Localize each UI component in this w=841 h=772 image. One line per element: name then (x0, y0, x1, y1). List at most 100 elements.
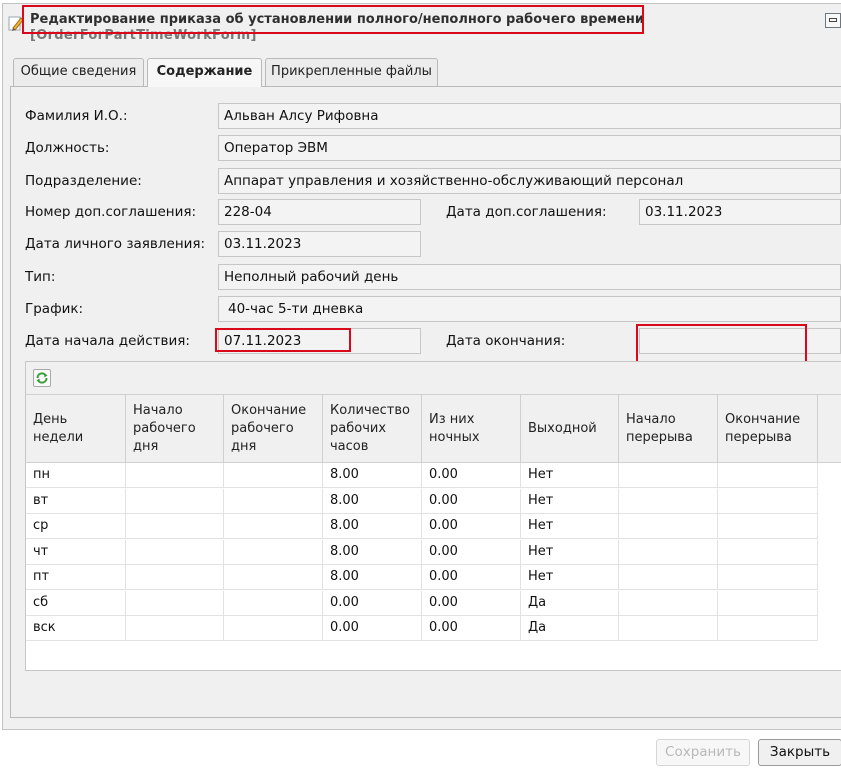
cell-work-end (224, 539, 323, 565)
cell-day: пн (26, 463, 126, 488)
end-date-label: Дата окончания: (446, 333, 566, 349)
table-row[interactable]: сб 0.00 0.00 Да (26, 590, 818, 616)
cell-work-start (126, 539, 224, 565)
cell-work-hours: 8.00 (323, 463, 422, 488)
cell-day-off: Да (521, 590, 619, 616)
cell-work-hours: 8.00 (323, 539, 422, 565)
cell-day-off: Нет (521, 565, 619, 590)
cell-day-off: Нет (521, 488, 619, 514)
cell-work-hours: 0.00 (323, 590, 422, 616)
fio-field[interactable]: Альван Алсу Рифовна (218, 103, 841, 129)
agreement-date-field[interactable]: 03.11.2023 (639, 199, 841, 225)
cell-work-end (224, 590, 323, 616)
cell-work-end (224, 488, 323, 514)
cell-break-start (619, 463, 718, 488)
type-field[interactable]: Неполный рабочий день (218, 264, 841, 290)
grid-header: День недели Начало рабочего дня Окончани… (26, 395, 841, 463)
cell-night-hours: 0.00 (422, 565, 521, 590)
column-header-night-hours[interactable]: Из них ночных (422, 395, 521, 462)
cell-day-off: Нет (521, 463, 619, 488)
table-row[interactable]: пт 8.00 0.00 Нет (26, 565, 818, 590)
column-header-break-start[interactable]: Начало перерыва (619, 395, 718, 462)
tab-attached-files[interactable]: Прикрепленные файлы (265, 58, 438, 86)
agreement-number-label: Номер доп.соглашения: (25, 204, 197, 220)
refresh-icon (36, 372, 48, 384)
cell-break-end (718, 488, 818, 514)
edit-pencil-icon (8, 16, 24, 31)
cell-day: вт (26, 488, 126, 514)
cell-break-start (619, 514, 718, 539)
cell-break-end (718, 463, 818, 488)
schedule-grid: День недели Начало рабочего дня Окончани… (25, 361, 841, 671)
agreement-date-label: Дата доп.соглашения: (446, 204, 607, 220)
cell-day-off: Да (521, 616, 619, 641)
column-header-day[interactable]: День недели (26, 395, 126, 462)
table-row[interactable]: ср 8.00 0.00 Нет (26, 514, 818, 539)
cell-night-hours: 0.00 (422, 616, 521, 641)
cell-break-start (619, 565, 718, 590)
table-row[interactable]: чт 8.00 0.00 Нет (26, 539, 818, 565)
cell-break-end (718, 590, 818, 616)
cell-work-start (126, 514, 224, 539)
cell-work-hours: 8.00 (323, 514, 422, 539)
cell-night-hours: 0.00 (422, 539, 521, 565)
table-row[interactable]: вт 8.00 0.00 Нет (26, 488, 818, 514)
close-button[interactable]: Закрыть (758, 739, 841, 766)
cell-break-end (718, 616, 818, 641)
position-field[interactable]: Оператор ЭВМ (218, 135, 841, 161)
application-date-label: Дата личного заявления: (25, 236, 206, 252)
cell-day: сб (26, 590, 126, 616)
refresh-button[interactable] (33, 369, 51, 387)
cell-work-start (126, 488, 224, 514)
cell-break-end (718, 514, 818, 539)
column-header-work-start[interactable]: Начало рабочего дня (126, 395, 224, 462)
cell-night-hours: 0.00 (422, 488, 521, 514)
agreement-number-field[interactable]: 228-04 (218, 199, 421, 225)
position-label: Должность: (25, 140, 110, 156)
cell-break-start (619, 590, 718, 616)
cell-break-start (619, 539, 718, 565)
cell-day: вск (26, 616, 126, 641)
cell-night-hours: 0.00 (422, 590, 521, 616)
start-date-label: Дата начала действия: (25, 333, 190, 349)
type-label: Тип: (25, 269, 56, 285)
cell-work-end (224, 616, 323, 641)
column-header-work-end[interactable]: Окончание рабочего дня (224, 395, 323, 462)
cell-work-start (126, 616, 224, 641)
minimize-window-button[interactable] (825, 13, 841, 28)
column-header-break-end[interactable]: Окончание перерыва (718, 395, 818, 462)
department-label: Подразделение: (25, 173, 142, 189)
tab-general-info[interactable]: Общие сведения (13, 58, 144, 86)
cell-work-hours: 0.00 (323, 616, 422, 641)
cell-break-end (718, 565, 818, 590)
cell-work-end (224, 514, 323, 539)
cell-break-start (619, 616, 718, 641)
end-date-field[interactable] (639, 328, 841, 354)
application-date-field[interactable]: 03.11.2023 (218, 231, 421, 257)
cell-night-hours: 0.00 (422, 463, 521, 488)
cell-day-off: Нет (521, 539, 619, 565)
table-row[interactable]: вск 0.00 0.00 Да (26, 616, 818, 641)
cell-break-end (718, 539, 818, 565)
table-row[interactable]: пн 8.00 0.00 Нет (26, 463, 818, 488)
cell-night-hours: 0.00 (422, 514, 521, 539)
cell-day: пт (26, 565, 126, 590)
tab-content[interactable]: Содержание (147, 58, 262, 87)
cell-work-start (126, 463, 224, 488)
cell-work-hours: 8.00 (323, 488, 422, 514)
grid-toolbar (26, 362, 841, 395)
schedule-field[interactable]: 40-час 5-ти дневка (218, 296, 841, 322)
cell-work-hours: 8.00 (323, 565, 422, 590)
cell-work-start (126, 590, 224, 616)
window-form-id: [OrderForPartTimeWorkForm] (30, 28, 257, 43)
cell-break-start (619, 488, 718, 514)
column-header-day-off[interactable]: Выходной (521, 395, 619, 462)
start-date-field[interactable]: 07.11.2023 (218, 328, 421, 354)
cell-work-end (224, 565, 323, 590)
department-field[interactable]: Аппарат управления и хозяйственно-обслуж… (218, 168, 841, 194)
save-button[interactable]: Сохранить (656, 739, 750, 766)
cell-work-start (126, 565, 224, 590)
cell-day-off: Нет (521, 514, 619, 539)
column-header-work-hours[interactable]: Количество рабочих часов (323, 395, 422, 462)
fio-label: Фамилия И.О.: (25, 108, 128, 124)
